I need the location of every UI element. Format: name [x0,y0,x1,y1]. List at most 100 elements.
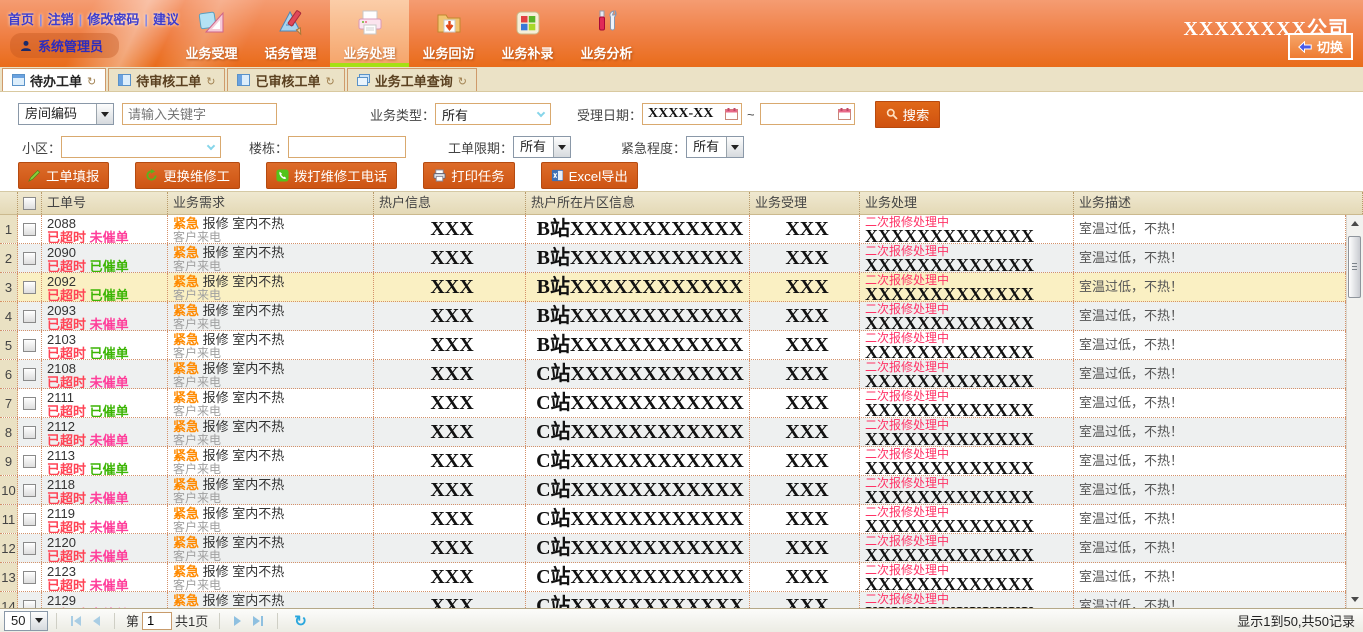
row-checkbox[interactable] [23,484,36,497]
tab-refresh-icon[interactable] [458,73,467,88]
table-row[interactable]: 14 2129 已超时 未催单 紧急 报修 室内不热 客户来电 XXX C站XX… [0,592,1346,608]
row-checkbox[interactable] [23,455,36,468]
row-checkbox[interactable] [23,252,36,265]
tab-pending-orders[interactable]: 待办工单 [2,68,106,91]
table-row[interactable]: 8 2112 已超时 未催单 紧急 报修 室内不热 客户来电 XXX C站XXX… [0,418,1346,447]
urgent-flag: 紧急 [173,506,199,521]
excel-export-button[interactable]: Excel导出 [541,162,638,189]
print-task-button[interactable]: 打印任务 [423,162,514,189]
table-row[interactable]: 1 2088 已超时 未催单 紧急 报修 室内不热 客户来电 XXX B站XXX… [0,215,1346,244]
community-label: 小区： [22,138,61,157]
table-row[interactable]: 2 2090 已超时 已催单 紧急 报修 室内不热 客户来电 XXX B站XXX… [0,244,1346,273]
switch-button[interactable]: 切换 [1288,33,1353,60]
accept-cell: XXX [750,592,860,608]
order-number: 2113 [47,447,167,463]
row-checkbox[interactable] [23,426,36,439]
heat-user-cell: XXX [374,244,526,272]
col-demand[interactable]: 业务需求 [168,192,374,214]
page-number-input[interactable] [142,612,172,630]
row-checkbox[interactable] [23,339,36,352]
logout-link[interactable]: 注销 [48,12,88,27]
change-password-link[interactable]: 修改密码 [87,12,153,27]
nav-item-business-analysis[interactable]: 业务分析 [567,0,646,67]
keyword-input[interactable] [122,103,277,125]
scroll-down-arrow-icon[interactable] [1347,591,1363,608]
row-checkbox[interactable] [23,223,36,236]
process-detail: XXXXXXXXXXXXX [865,519,1073,533]
row-checkbox[interactable] [23,600,36,609]
table-row[interactable]: 6 2108 已超时 未催单 紧急 报修 室内不热 客户来电 XXX C站XXX… [0,360,1346,389]
tab-order-query[interactable]: 业务工单查询 [347,68,477,91]
divider [277,613,278,629]
row-number: 8 [0,418,18,446]
row-checkbox[interactable] [23,571,36,584]
row-number: 14 [0,592,18,608]
vertical-scrollbar[interactable] [1346,215,1363,608]
col-order-no[interactable]: 工单号 [42,192,168,214]
row-checkbox[interactable] [23,513,36,526]
order-number: 2093 [47,302,167,318]
date-to-field[interactable] [760,103,855,125]
suggestion-link[interactable]: 建议 [153,12,179,27]
col-heat-user[interactable]: 热户信息 [374,192,526,214]
demand-cell: 紧急 报修 室内不热 客户来电 [168,215,374,243]
table-row[interactable]: 13 2123 已超时 未催单 紧急 报修 室内不热 客户来电 XXX C站XX… [0,563,1346,592]
tab-refresh-icon[interactable] [206,73,215,88]
description-cell: 室温过低，不热！ [1074,563,1346,591]
business-type-select[interactable]: 所有 [435,103,551,125]
home-link[interactable]: 首页 [8,12,48,27]
col-description[interactable]: 业务描述 [1074,192,1363,214]
tab-awaiting-review-orders[interactable]: 待审核工单 [108,68,225,91]
prev-page-button[interactable] [93,616,100,626]
search-field-select[interactable]: 房间编码 [18,103,114,125]
col-process[interactable]: 业务处理 [860,192,1074,214]
table-row[interactable]: 3 2092 已超时 已催单 紧急 报修 室内不热 客户来电 XXX B站XXX… [0,273,1346,302]
table-row[interactable]: 11 2119 已超时 未催单 紧急 报修 室内不热 客户来电 XXX C站XX… [0,505,1346,534]
call-repairman-button[interactable]: 拨打维修工电话 [266,162,397,189]
search-button[interactable]: 搜索 [875,101,941,128]
tab-reviewed-orders[interactable]: 已审核工单 [227,68,344,91]
table-row[interactable]: 7 2111 已超时 已催单 紧急 报修 室内不热 客户来电 XXX C站XXX… [0,389,1346,418]
user-name: 系统管理员 [38,36,103,55]
scrollbar-thumb[interactable] [1348,236,1361,298]
nav-item-business-accept[interactable]: 业务受理 [172,0,251,67]
nav-item-business-process[interactable]: 业务处理 [330,0,409,67]
building-input[interactable] [288,136,406,158]
calendar-icon[interactable] [725,108,738,120]
accept-cell: XXX [750,447,860,475]
community-select[interactable] [61,136,221,158]
next-page-button[interactable] [234,616,241,626]
first-page-button[interactable] [71,616,81,626]
last-page-button[interactable] [253,616,263,626]
refresh-icon[interactable] [294,612,307,630]
calendar-icon[interactable] [838,108,851,120]
col-area-info[interactable]: 热户所在片区信息 [526,192,750,214]
row-checkbox[interactable] [23,542,36,555]
tab-refresh-icon[interactable] [87,73,96,88]
nav-item-business-return-visit[interactable]: 业务回访 [409,0,488,67]
row-checkbox-cell [18,215,42,243]
table-row[interactable]: 9 2113 已超时 已催单 紧急 报修 室内不热 客户来电 XXX C站XXX… [0,447,1346,476]
col-accept[interactable]: 业务受理 [750,192,860,214]
row-checkbox[interactable] [23,281,36,294]
row-checkbox[interactable] [23,368,36,381]
row-checkbox[interactable] [23,310,36,323]
deadline-select[interactable]: 所有 [513,136,571,158]
scroll-up-arrow-icon[interactable] [1347,215,1363,232]
urgency-select[interactable]: 所有 [686,136,744,158]
demand-cell: 紧急 报修 室内不热 客户来电 [168,592,374,608]
row-checkbox[interactable] [23,397,36,410]
fill-order-button[interactable]: 工单填报 [18,162,109,189]
table-row[interactable]: 5 2103 已超时 已催单 紧急 报修 室内不热 客户来电 XXX B站XXX… [0,331,1346,360]
change-repairman-button[interactable]: 更换维修工 [135,162,240,189]
table-row[interactable]: 10 2118 已超时 未催单 紧急 报修 室内不热 客户来电 XXX C站XX… [0,476,1346,505]
nav-item-call-management[interactable]: 话务管理 [251,0,330,67]
page-size-select[interactable]: 50 [4,611,48,631]
nav-item-business-supplement[interactable]: 业务补录 [488,0,567,67]
select-all-checkbox[interactable] [23,197,36,210]
tab-refresh-icon[interactable] [325,73,334,88]
table-row[interactable]: 4 2093 已超时 未催单 紧急 报修 室内不热 客户来电 XXX B站XXX… [0,302,1346,331]
table-row[interactable]: 12 2120 已超时 未催单 紧急 报修 室内不热 客户来电 XXX C站XX… [0,534,1346,563]
row-checkbox-cell [18,505,42,533]
date-from-field[interactable]: XXXX-XX [642,103,742,125]
